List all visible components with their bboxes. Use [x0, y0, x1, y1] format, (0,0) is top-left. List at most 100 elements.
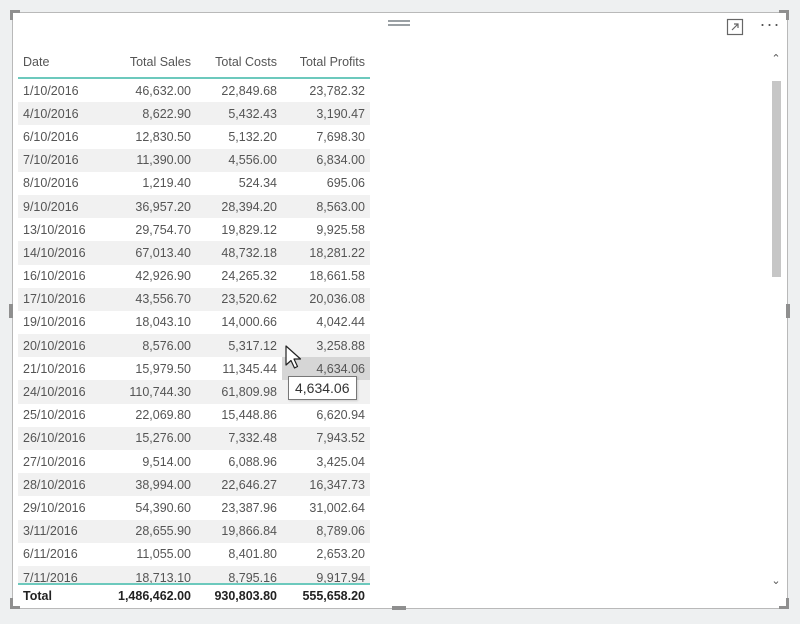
- cell-total-profits[interactable]: 6,834.00: [282, 148, 370, 172]
- cell-total-profits[interactable]: 7,943.52: [282, 426, 370, 450]
- cell-date[interactable]: 13/10/2016: [18, 218, 104, 241]
- cell-total-costs[interactable]: 22,849.68: [196, 78, 282, 102]
- resize-handle-bottom-left-v[interactable]: [10, 598, 13, 609]
- column-header-total-profits[interactable]: Total Profits: [282, 47, 370, 79]
- table-row[interactable]: 14/10/2016 67,013.40 48,732.18 18,281.22: [18, 241, 370, 265]
- cell-date[interactable]: 3/11/2016: [18, 519, 104, 543]
- cell-total-sales[interactable]: 18,043.10: [104, 311, 196, 334]
- cell-total-sales[interactable]: 110,744.30: [104, 380, 196, 404]
- table-row[interactable]: 26/10/2016 15,276.00 7,332.48 7,943.52: [18, 426, 370, 450]
- resize-handle-top-right-v[interactable]: [786, 10, 789, 20]
- resize-handle-right[interactable]: [786, 304, 790, 318]
- cell-date[interactable]: 8/10/2016: [18, 172, 104, 195]
- cell-total-costs[interactable]: 5,432.43: [196, 102, 282, 126]
- cell-total-costs[interactable]: 6,088.96: [196, 450, 282, 473]
- vertical-scrollbar[interactable]: ⌃ ⌄: [770, 53, 782, 587]
- column-header-date[interactable]: Date: [18, 47, 104, 79]
- cell-date[interactable]: 16/10/2016: [18, 265, 104, 288]
- cell-total-sales[interactable]: 28,655.90: [104, 519, 196, 543]
- cell-total-profits[interactable]: 6,620.94: [282, 404, 370, 427]
- cell-total-sales[interactable]: 54,390.60: [104, 496, 196, 519]
- cell-total-profits[interactable]: 8,563.00: [282, 194, 370, 219]
- cell-total-costs[interactable]: 8,401.80: [196, 543, 282, 566]
- cell-total-costs[interactable]: 24,265.32: [196, 265, 282, 288]
- cell-date[interactable]: 7/10/2016: [18, 148, 104, 172]
- more-options-icon[interactable]: ···: [758, 15, 782, 36]
- focus-mode-icon[interactable]: [725, 17, 745, 37]
- column-header-total-sales[interactable]: Total Sales: [104, 47, 196, 79]
- cell-total-sales[interactable]: 11,390.00: [104, 148, 196, 172]
- cell-total-costs[interactable]: 61,809.98: [196, 380, 282, 404]
- table-row[interactable]: 29/10/2016 54,390.60 23,387.96 31,002.64: [18, 496, 370, 519]
- cell-total-profits[interactable]: 18,661.58: [282, 265, 370, 288]
- cell-total-profits[interactable]: 31,002.64: [282, 496, 370, 519]
- cell-total-profits[interactable]: 20,036.08: [282, 287, 370, 311]
- table-row[interactable]: 4/10/2016 8,622.90 5,432.43 3,190.47: [18, 102, 370, 126]
- cell-total-profits[interactable]: 8,789.06: [282, 519, 370, 543]
- cell-date[interactable]: 19/10/2016: [18, 311, 104, 334]
- cell-total-sales[interactable]: 22,069.80: [104, 404, 196, 427]
- cell-date[interactable]: 25/10/2016: [18, 404, 104, 427]
- table-row[interactable]: 6/11/2016 11,055.00 8,401.80 2,653.20: [18, 543, 370, 566]
- cell-date[interactable]: 14/10/2016: [18, 241, 104, 265]
- table-row[interactable]: 17/10/2016 43,556.70 23,520.62 20,036.08: [18, 287, 370, 311]
- cell-total-sales[interactable]: 67,013.40: [104, 241, 196, 265]
- table-row[interactable]: 20/10/2016 8,576.00 5,317.12 3,258.88: [18, 334, 370, 358]
- cell-date[interactable]: 24/10/2016: [18, 380, 104, 404]
- cell-total-profits[interactable]: 7,698.30: [282, 125, 370, 148]
- table-row[interactable]: 6/10/2016 12,830.50 5,132.20 7,698.30: [18, 125, 370, 148]
- cell-total-sales[interactable]: 15,979.50: [104, 357, 196, 380]
- cell-total-profits[interactable]: 695.06: [282, 172, 370, 195]
- table-row[interactable]: 1/10/2016 46,632.00 22,849.68 23,782.32: [18, 78, 370, 102]
- table-row[interactable]: 19/10/2016 18,043.10 14,000.66 4,042.44: [18, 311, 370, 334]
- cell-date[interactable]: 1/10/2016: [18, 78, 104, 102]
- cell-total-costs[interactable]: 5,317.12: [196, 334, 282, 358]
- cell-total-sales[interactable]: 11,055.00: [104, 543, 196, 566]
- cell-total-sales[interactable]: 12,830.50: [104, 125, 196, 148]
- table-row[interactable]: 28/10/2016 38,994.00 22,646.27 16,347.73: [18, 473, 370, 497]
- cell-total-sales[interactable]: 29,754.70: [104, 218, 196, 241]
- drag-grip-icon[interactable]: [388, 20, 410, 28]
- cell-date[interactable]: 6/10/2016: [18, 125, 104, 148]
- cell-date[interactable]: 4/10/2016: [18, 102, 104, 126]
- cell-total-costs[interactable]: 14,000.66: [196, 311, 282, 334]
- cell-total-costs[interactable]: 23,520.62: [196, 287, 282, 311]
- cell-date[interactable]: 20/10/2016: [18, 334, 104, 358]
- cell-total-sales[interactable]: 8,576.00: [104, 334, 196, 358]
- cell-total-costs[interactable]: 4,556.00: [196, 148, 282, 172]
- resize-handle-bottom[interactable]: [392, 606, 406, 610]
- table-row[interactable]: 9/10/2016 36,957.20 28,394.20 8,563.00: [18, 194, 370, 219]
- cell-total-costs[interactable]: 15,448.86: [196, 404, 282, 427]
- cell-total-sales[interactable]: 46,632.00: [104, 78, 196, 102]
- column-header-total-costs[interactable]: Total Costs: [196, 47, 282, 79]
- table-row[interactable]: 27/10/2016 9,514.00 6,088.96 3,425.04: [18, 450, 370, 473]
- cell-total-sales[interactable]: 8,622.90: [104, 102, 196, 126]
- cell-total-costs[interactable]: 48,732.18: [196, 241, 282, 265]
- cell-date[interactable]: 27/10/2016: [18, 450, 104, 473]
- scroll-down-icon[interactable]: ⌄: [770, 575, 782, 587]
- cell-total-costs[interactable]: 19,866.84: [196, 519, 282, 543]
- cell-total-costs[interactable]: 524.34: [196, 172, 282, 195]
- cell-total-profits[interactable]: 2,653.20: [282, 543, 370, 566]
- table-row[interactable]: 7/10/2016 11,390.00 4,556.00 6,834.00: [18, 148, 370, 172]
- scrollbar-thumb[interactable]: [772, 81, 781, 277]
- cell-total-profits[interactable]: 9,925.58: [282, 218, 370, 241]
- cell-date[interactable]: 26/10/2016: [18, 426, 104, 450]
- cell-total-sales[interactable]: 38,994.00: [104, 473, 196, 497]
- cell-date[interactable]: 21/10/2016: [18, 357, 104, 380]
- cell-total-sales[interactable]: 15,276.00: [104, 426, 196, 450]
- cell-total-costs[interactable]: 28,394.20: [196, 194, 282, 219]
- table-visual[interactable]: ··· Date Total Sales Total Costs Total P…: [12, 12, 788, 609]
- resize-handle-bottom-right-v[interactable]: [786, 598, 789, 609]
- cell-total-costs[interactable]: 19,829.12: [196, 218, 282, 241]
- cell-total-costs[interactable]: 11,345.44: [196, 357, 282, 380]
- cell-total-sales[interactable]: 1,219.40: [104, 172, 196, 195]
- cell-date[interactable]: 6/11/2016: [18, 543, 104, 566]
- cell-date[interactable]: 9/10/2016: [18, 194, 104, 219]
- table-row[interactable]: 3/11/2016 28,655.90 19,866.84 8,789.06: [18, 519, 370, 543]
- cell-total-sales[interactable]: 9,514.00: [104, 450, 196, 473]
- cell-total-profits[interactable]: 3,425.04: [282, 450, 370, 473]
- cell-total-costs[interactable]: 23,387.96: [196, 496, 282, 519]
- cell-total-sales[interactable]: 43,556.70: [104, 287, 196, 311]
- cell-total-profits[interactable]: 16,347.73: [282, 473, 370, 497]
